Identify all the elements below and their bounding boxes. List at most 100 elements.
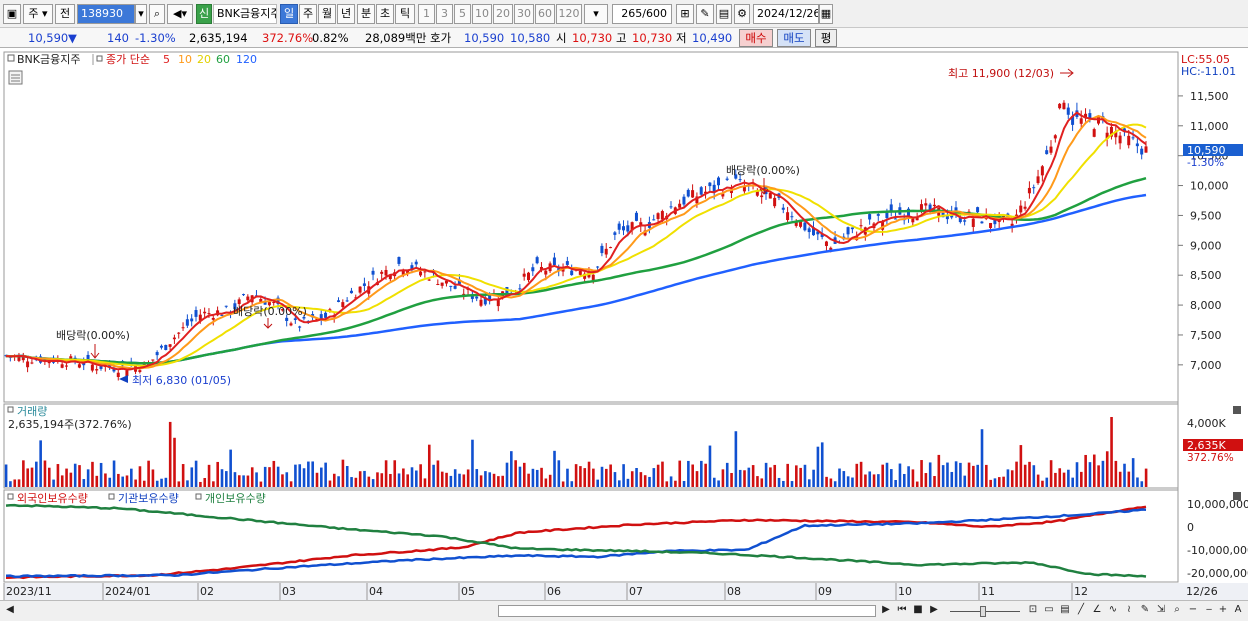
interval-120[interactable]: 120 — [556, 4, 582, 24]
volume-bar — [609, 464, 612, 487]
candle-body — [976, 207, 980, 213]
tool-wave-icon[interactable]: ∿ — [1106, 603, 1120, 619]
candle-body — [924, 203, 928, 206]
volume-bar — [700, 460, 703, 487]
tool-select-icon[interactable]: ⊡ — [1026, 603, 1040, 619]
volume-bar — [492, 473, 496, 487]
gear-icon[interactable]: ⚙ — [734, 4, 750, 24]
interval-1[interactable]: 1 — [418, 4, 435, 24]
candle-body — [341, 302, 345, 308]
volume-close-icon[interactable] — [1233, 406, 1241, 414]
volume-bar — [488, 472, 492, 487]
speaker-icon[interactable]: ◀▾ — [167, 4, 193, 24]
volume-bar — [756, 476, 759, 487]
count-total: /600 — [642, 7, 667, 20]
date-field[interactable]: 2024/12/26 — [753, 4, 819, 24]
eval-button[interactable]: 평 — [815, 29, 837, 47]
tool-line-icon[interactable]: ╱ — [1074, 603, 1088, 619]
tool-angle-icon[interactable]: ∠ — [1090, 603, 1104, 619]
volume-bar — [130, 468, 133, 487]
tool-grid-icon[interactable]: ⊞ — [676, 4, 694, 24]
candle-body — [479, 299, 483, 306]
new-badge[interactable]: 신 — [196, 4, 212, 24]
minimize-icon[interactable]: ‒ — [1202, 603, 1216, 619]
zoom-slider-handle[interactable] — [980, 606, 986, 617]
sell-button[interactable]: 매도 — [777, 29, 811, 47]
tool-search-icon[interactable]: ⌕ — [1170, 603, 1184, 619]
volume-bar — [436, 460, 440, 487]
interval-60[interactable]: 60 — [535, 4, 555, 24]
calendar-icon[interactable]: ▦ — [819, 4, 833, 24]
market-select[interactable]: 주 ▾ — [23, 4, 53, 24]
volume-bar — [320, 467, 323, 487]
candle-body — [289, 323, 293, 326]
volume-bar — [941, 465, 945, 487]
period-day-tab[interactable]: 일 — [280, 4, 298, 24]
y-tick-label: 11,500 — [1190, 90, 1229, 103]
volume-bar — [497, 476, 500, 487]
volume-bar — [911, 469, 915, 487]
period-second-tab[interactable]: 초 — [376, 4, 394, 24]
volume-ratio: 372.76% — [262, 31, 314, 45]
interval-dropdown-icon[interactable]: ▾ — [584, 4, 608, 24]
period-year-tab[interactable]: 년 — [337, 4, 355, 24]
candle-body — [190, 318, 194, 322]
interval-20[interactable]: 20 — [493, 4, 513, 24]
scroll-thumb[interactable] — [498, 605, 876, 617]
volume-bar — [212, 481, 215, 487]
window-icon[interactable]: ▣ — [3, 4, 21, 24]
play-icon[interactable]: ▶ — [927, 603, 941, 619]
tool-zigzag-icon[interactable]: ≀ — [1122, 603, 1136, 619]
candle-body — [596, 266, 600, 268]
volume-bar — [907, 466, 910, 487]
scroll-left-icon[interactable]: ◀ — [4, 603, 16, 619]
volume-bar — [928, 462, 932, 487]
volume-bar — [17, 479, 21, 487]
prev-button[interactable]: 전 — [55, 4, 75, 24]
period-month-tab[interactable]: 월 — [318, 4, 336, 24]
volume-bar — [877, 474, 880, 487]
stock-chart[interactable]: 2023/11 2024/01 02 03 04 05 06 07 08 09 10 11 12 12/2… — [0, 48, 1248, 600]
volume-bar — [682, 480, 686, 487]
rewind-icon[interactable]: ⏮ — [895, 603, 909, 619]
zoom-out-icon[interactable]: − — [1186, 603, 1200, 619]
candle-body — [211, 317, 215, 320]
interval-3[interactable]: 3 — [436, 4, 453, 24]
volume-bar — [199, 481, 202, 487]
buy-button[interactable]: 매수 — [739, 29, 773, 47]
font-size-icon[interactable]: A — [1231, 603, 1245, 619]
tool-draw-icon[interactable]: ✎ — [696, 4, 714, 24]
volume-bar — [1036, 474, 1040, 487]
candle-body — [622, 226, 625, 231]
tool-pencil-icon[interactable]: ✎ — [1138, 603, 1152, 619]
volume-tick-4000k: 4,000K — [1187, 417, 1226, 430]
tool-measure-icon[interactable]: ⇲ — [1154, 603, 1168, 619]
scroll-right-icon[interactable]: ▶ — [880, 603, 892, 619]
period-tick-tab[interactable]: 틱 — [395, 4, 415, 24]
interval-10[interactable]: 10 — [472, 4, 492, 24]
volume-bar — [30, 467, 34, 487]
table-toggle-icon[interactable] — [8, 70, 23, 85]
high-label: 고 — [616, 31, 627, 45]
search-icon[interactable]: ⌕ — [149, 4, 165, 24]
save-icon[interactable]: ▤ — [716, 4, 732, 24]
interval-30[interactable]: 30 — [514, 4, 534, 24]
interval-5[interactable]: 5 — [454, 4, 471, 24]
period-minute-tab[interactable]: 분 — [357, 4, 375, 24]
tool-fill-icon[interactable]: ▤ — [1058, 603, 1072, 619]
period-week-tab[interactable]: 주 — [299, 4, 317, 24]
zoom-in-icon[interactable]: + — [1217, 603, 1229, 619]
volume-bar — [276, 466, 280, 487]
count-field[interactable]: 265/600 — [612, 4, 672, 24]
code-input[interactable]: 138930 — [77, 4, 135, 24]
volume-bar — [324, 462, 327, 487]
volume-bar — [868, 471, 872, 487]
volume-bar — [531, 468, 535, 487]
code-dropdown-icon[interactable]: ▾ — [135, 4, 147, 24]
volume-bar — [389, 473, 392, 487]
x-tick-label: 03 — [282, 585, 296, 598]
volume-bar — [630, 471, 634, 487]
candle-body — [224, 305, 228, 307]
tool-box-icon[interactable]: ▭ — [1042, 603, 1056, 619]
stop-icon[interactable]: ■ — [911, 603, 925, 619]
